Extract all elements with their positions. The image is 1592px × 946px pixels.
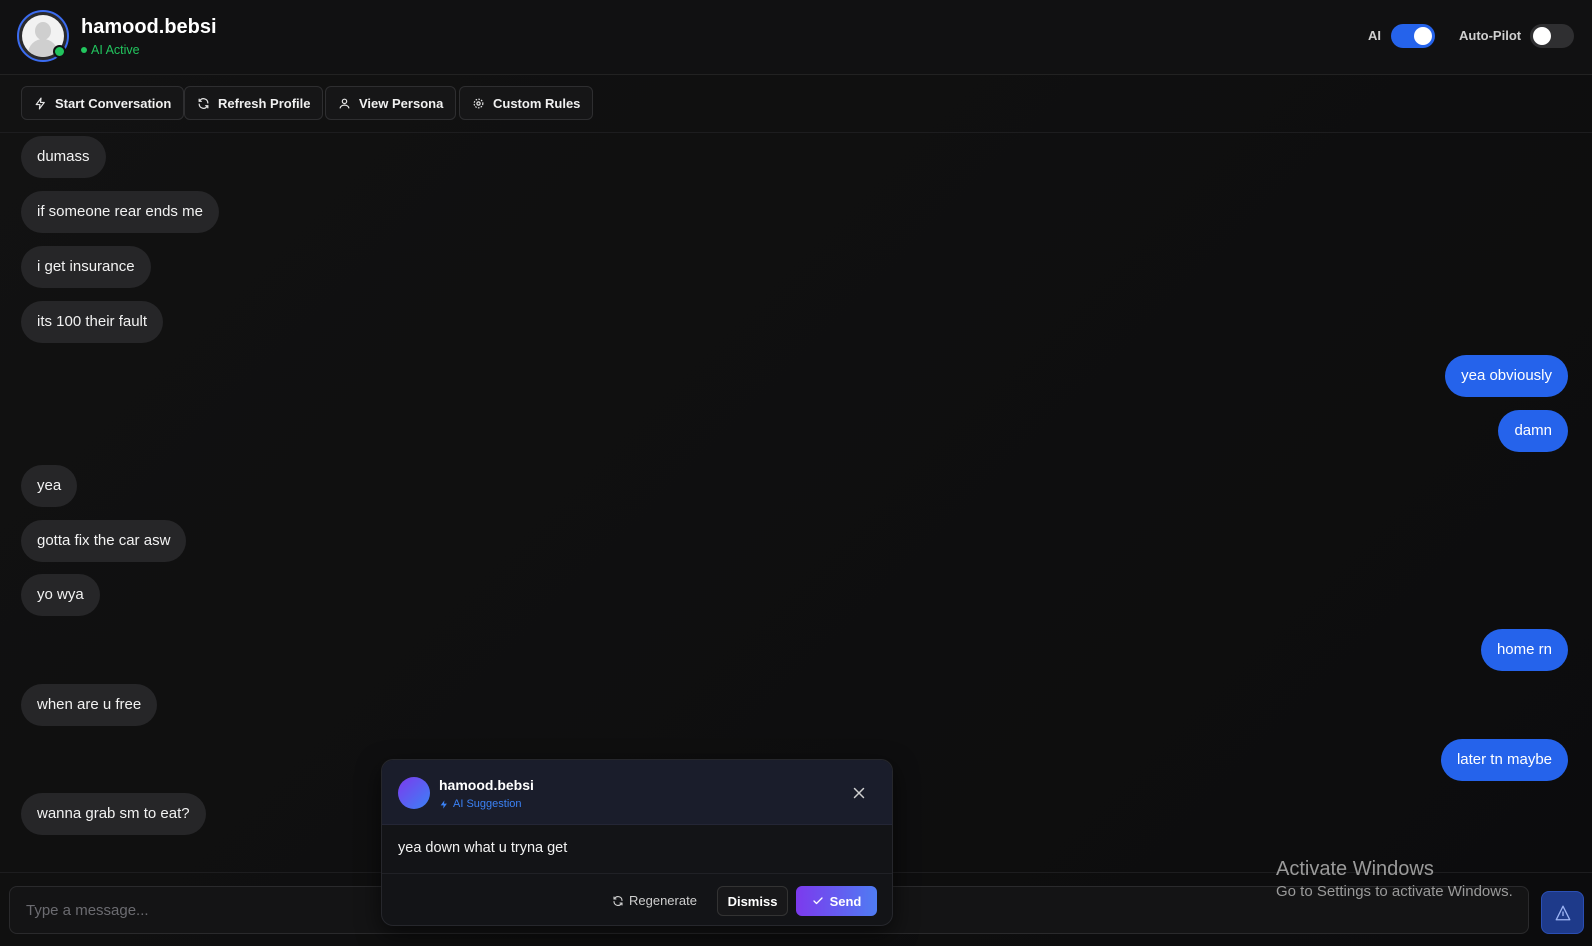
start-conversation-label: Start Conversation <box>55 95 172 111</box>
regenerate-button[interactable]: Regenerate <box>612 893 697 908</box>
message-outgoing: yea obviously <box>1445 355 1568 397</box>
message-outgoing: home rn <box>1480 629 1568 671</box>
suggestion-tag: AI Suggestion <box>439 798 522 810</box>
refresh-profile-button[interactable]: Refresh Profile <box>184 86 324 120</box>
start-conversation-button[interactable]: Start Conversation <box>21 86 185 120</box>
send-suggestion-button[interactable]: Send <box>796 886 877 916</box>
message-incoming: wanna grab sm to eat? <box>21 793 206 835</box>
toggle-knob <box>1414 27 1432 45</box>
message-incoming: its 100 their fault <box>21 301 164 343</box>
suggestion-header: hamood.bebsi AI Suggestion <box>382 760 892 825</box>
message-incoming: i get insurance <box>21 246 151 288</box>
ai-status-text: AI Active <box>91 43 140 57</box>
refresh-icon <box>613 895 623 906</box>
ai-toggle[interactable] <box>1391 24 1435 48</box>
refresh-icon <box>198 97 209 109</box>
ai-status: AI Active <box>81 43 140 57</box>
action-toolbar: Start Conversation Refresh Profile View … <box>0 75 1592 133</box>
suggestion-tag-label: AI Suggestion <box>453 798 522 810</box>
autopilot-toggle[interactable] <box>1530 24 1574 48</box>
chat-app: hamood.bebsi AI Active AI Auto-Pilot Sta… <box>0 0 1592 946</box>
regenerate-label: Regenerate <box>629 893 697 908</box>
avatar-head-shape <box>35 22 51 40</box>
windows-activation-watermark: Activate Windows Go to Settings to activ… <box>1276 858 1513 900</box>
send-suggestion-label: Send <box>829 893 862 909</box>
close-icon <box>853 787 865 799</box>
message-incoming: yo wya <box>21 574 100 616</box>
dismiss-button[interactable]: Dismiss <box>717 886 788 916</box>
zap-icon <box>35 96 45 110</box>
online-indicator <box>53 45 66 58</box>
custom-rules-button[interactable]: Custom Rules <box>459 86 594 120</box>
suggestion-contact-name: hamood.bebsi <box>439 777 534 793</box>
message-outgoing: later tn maybe <box>1440 739 1568 781</box>
autopilot-toggle-label: Auto-Pilot <box>1459 28 1522 43</box>
message-incoming: gotta fix the car asw <box>21 520 187 562</box>
message-outgoing: damn <box>1498 410 1568 452</box>
suggestion-actions: Regenerate Dismiss Send <box>382 873 892 925</box>
send-message-button[interactable] <box>1541 891 1584 934</box>
suggestion-avatar <box>398 777 430 809</box>
refresh-profile-label: Refresh Profile <box>218 95 311 111</box>
view-persona-label: View Persona <box>359 95 444 111</box>
status-dot-icon <box>81 47 87 53</box>
message-incoming: when are u free <box>21 684 158 726</box>
user-icon <box>339 98 350 108</box>
check-icon <box>812 897 823 905</box>
suggestion-text: yea down what u tryna get <box>398 840 568 856</box>
ai-toggle-label: AI <box>1368 28 1381 43</box>
close-suggestion-button[interactable] <box>850 784 868 802</box>
view-persona-button[interactable]: View Persona <box>325 86 457 120</box>
custom-rules-label: Custom Rules <box>493 95 581 111</box>
watermark-subtitle: Go to Settings to activate Windows. <box>1276 883 1513 900</box>
message-incoming: dumass <box>21 136 106 178</box>
toggle-knob <box>1533 27 1551 45</box>
message-incoming: yea <box>21 465 78 507</box>
message-incoming: if someone rear ends me <box>21 191 219 233</box>
watermark-title: Activate Windows <box>1276 858 1434 880</box>
chat-header: hamood.bebsi AI Active AI Auto-Pilot <box>0 0 1592 75</box>
ai-suggestion-card: hamood.bebsi AI Suggestion yea down what… <box>381 759 893 926</box>
gear-icon <box>473 98 484 108</box>
contact-username: hamood.bebsi <box>81 16 217 38</box>
zap-icon <box>440 799 447 809</box>
send-icon <box>1555 905 1570 920</box>
